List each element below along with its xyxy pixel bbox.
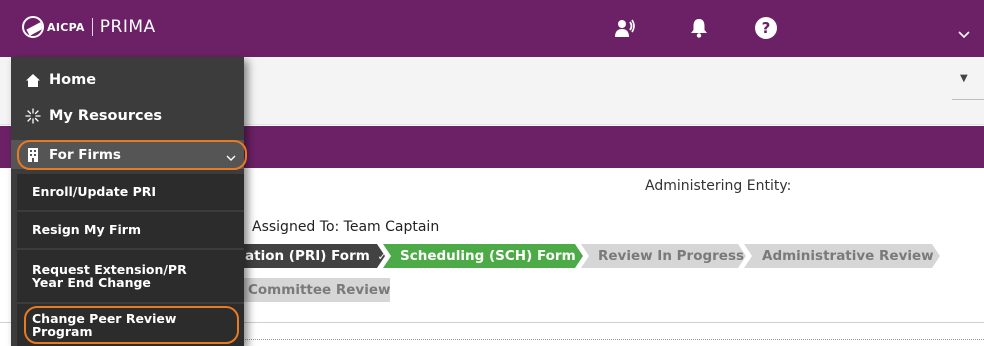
submenu-item-resign-my-firm[interactable]: Resign My Firm bbox=[17, 212, 244, 248]
submenu-item-request-extension[interactable]: Request Extension/PR Year End Change bbox=[17, 250, 244, 302]
sidebar-item-label: My Resources bbox=[49, 108, 163, 124]
submenu-item-label: Change Peer Review Program bbox=[32, 310, 177, 339]
aicpa-prima-logo[interactable]: AICPA PRIMA bbox=[22, 16, 156, 38]
step-scheduling-form[interactable]: Scheduling (SCH) Form bbox=[383, 244, 583, 268]
sidebar-item-my-resources[interactable]: My Resources bbox=[11, 101, 244, 131]
dropdown-underline bbox=[952, 99, 984, 100]
home-icon bbox=[25, 73, 41, 88]
submenu-item-label: Request Extension/PR Year End Change bbox=[32, 261, 187, 290]
chevron-down-icon[interactable] bbox=[958, 24, 970, 39]
app-window: AICPA PRIMA ? ▼ : Administering E bbox=[0, 0, 984, 346]
help-icon[interactable]: ? bbox=[755, 17, 777, 39]
logo-divider bbox=[91, 18, 93, 36]
step-review-in-progress: Review In Progress bbox=[581, 244, 746, 268]
step-administrative-review: Administrative Review bbox=[744, 244, 940, 268]
users-voice-icon[interactable] bbox=[614, 18, 636, 40]
sidebar-item-label: For Firms bbox=[49, 146, 121, 163]
logo-aicpa-text: AICPA bbox=[47, 20, 85, 34]
step-administrative-review-label: Administrative Review bbox=[762, 248, 934, 264]
bell-icon[interactable] bbox=[690, 18, 708, 38]
chevron-down-icon bbox=[226, 150, 236, 161]
step-pri-form-label: ation (PRI) Form bbox=[245, 248, 370, 264]
step-committee-review-label: Committee Review bbox=[248, 282, 391, 298]
sidebar-nav: Home My Resources For Firms Enroll/Updat… bbox=[11, 57, 244, 346]
dotted-divider bbox=[240, 339, 984, 340]
top-bar: AICPA PRIMA ? bbox=[0, 0, 984, 57]
step-scheduling-form-label: Scheduling (SCH) Form bbox=[400, 248, 576, 264]
step-review-in-progress-label: Review In Progress bbox=[598, 248, 745, 264]
dropdown-caret-icon[interactable]: ▼ bbox=[960, 73, 968, 84]
sparkle-icon bbox=[25, 108, 41, 124]
logo-prima-text: PRIMA bbox=[99, 17, 156, 37]
submenu-item-enroll-update-pri[interactable]: Enroll/Update PRI bbox=[17, 174, 244, 210]
sidebar-item-label: Home bbox=[49, 72, 97, 88]
sidebar-item-for-firms[interactable]: For Firms bbox=[11, 140, 244, 169]
assigned-to-text: Assigned To: Team Captain bbox=[252, 219, 440, 235]
step-pri-form[interactable]: ation (PRI) Form ✓ bbox=[233, 244, 385, 268]
submenu-item-label: Resign My Firm bbox=[32, 222, 141, 238]
submenu-item-label: Enroll/Update PRI bbox=[32, 184, 157, 200]
step-committee-review: Committee Review bbox=[242, 278, 390, 302]
sidebar-item-home[interactable]: Home bbox=[11, 65, 244, 95]
submenu-item-change-peer-review-program[interactable]: Change Peer Review Program bbox=[17, 304, 244, 346]
administering-entity-label: Administering Entity: bbox=[645, 178, 792, 194]
building-icon bbox=[25, 147, 41, 163]
aicpa-logo-icon bbox=[22, 16, 44, 38]
